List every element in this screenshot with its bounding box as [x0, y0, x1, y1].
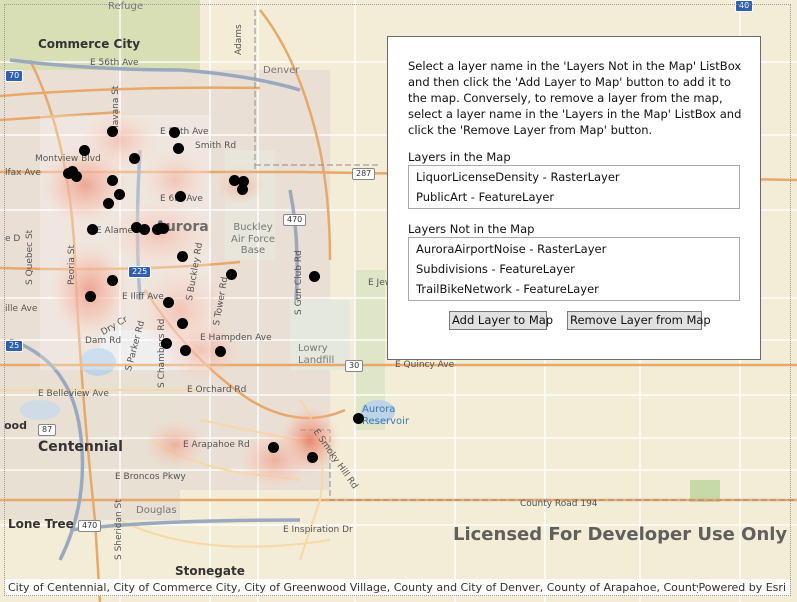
label-dam-rd: Dam Rd: [85, 336, 122, 346]
public-art-point[interactable]: [175, 191, 186, 202]
label-peoria-south: S Sheridan St: [114, 499, 124, 560]
public-art-point[interactable]: [158, 223, 169, 234]
label-e-arapahoe-rd: E Arapahoe Rd: [183, 440, 250, 450]
label-county-road-194: County Road 194: [520, 499, 598, 509]
label-e-broncos-pkwy: E Broncos Pkwy: [115, 472, 186, 482]
label-chambers-rd: S Chambers Rd: [157, 318, 167, 388]
public-art-point[interactable]: [107, 275, 118, 286]
add-layer-button[interactable]: Add Layer to Map: [449, 311, 553, 330]
label-e-iliff-ave: E Iliff Ave: [122, 292, 164, 302]
shield-470-south: 470: [78, 520, 102, 532]
public-art-point[interactable]: [173, 143, 184, 154]
public-art-point[interactable]: [353, 413, 364, 424]
label-commerce-city: Commerce City: [38, 37, 141, 51]
list-item[interactable]: LiquorLicenseDensity - RasterLayer: [409, 167, 739, 187]
label-centennial: Centennial: [38, 439, 123, 455]
public-art-point[interactable]: [114, 189, 125, 200]
label-lone-tree: Lone Tree: [8, 517, 74, 531]
shield-i70: 70: [5, 70, 24, 82]
label-buckley-afb: Buckley Air Force Base: [231, 222, 275, 256]
label-gun-club-rd: S Gun Club Rd: [294, 250, 304, 315]
shield-30: 30: [345, 360, 364, 372]
label-e-belleview-ave: E Belleview Ave: [38, 389, 109, 399]
public-art-point[interactable]: [107, 126, 118, 137]
public-art-point[interactable]: [309, 271, 320, 282]
label-e-d: e D: [5, 234, 21, 244]
shield-87: 87: [38, 424, 57, 436]
label-wood: ood: [4, 419, 27, 432]
public-art-point[interactable]: [79, 145, 90, 156]
powered-by-esri[interactable]: Powered by Esri: [698, 581, 786, 594]
public-art-point[interactable]: [161, 338, 172, 349]
label-stonegate: Stonegate: [175, 564, 245, 578]
label-adams: Adams: [234, 24, 244, 55]
public-art-point[interactable]: [307, 452, 318, 463]
attribution-bar: City of Centennial, City of Commerce Cit…: [5, 579, 790, 596]
shield-i225: 225: [128, 266, 152, 278]
label-aurora-reservoir: Aurora Reservoir: [362, 404, 410, 427]
instructions-text: Select a layer name in the 'Layers Not i…: [408, 59, 742, 137]
public-art-point[interactable]: [163, 297, 174, 308]
attribution-text: City of Centennial, City of Commerce Cit…: [8, 581, 698, 594]
label-colfax-ave: lfax Ave: [5, 168, 41, 178]
label-e-56th-ave: E 56th Ave: [90, 58, 139, 68]
label-montview-blvd: Montview Blvd: [35, 154, 101, 164]
public-art-point[interactable]: [85, 291, 96, 302]
label-lowry-landfill: Lowry Landfill: [298, 343, 335, 366]
public-art-point[interactable]: [139, 224, 150, 235]
layers-not-in-map-listbox[interactable]: AuroraAirportNoise - RasterLayer Subdivi…: [408, 237, 740, 301]
label-smith-rd: Smith Rd: [195, 141, 237, 151]
label-refuge: Refuge: [108, 1, 144, 12]
public-art-point[interactable]: [177, 251, 188, 262]
public-art-point[interactable]: [71, 171, 82, 182]
label-quebec-st: S Quebec St: [25, 229, 35, 285]
public-art-point[interactable]: [215, 346, 226, 357]
list-item[interactable]: TrailBikeNetwork - FeatureLayer: [409, 279, 739, 299]
shield-i25: 25: [5, 340, 24, 352]
label-douglas: Douglas: [136, 505, 177, 516]
label-e-hampden-ave: E Hampden Ave: [200, 333, 272, 343]
shield-40: 40: [735, 0, 754, 12]
label-denver: Denver: [263, 65, 300, 76]
public-art-point[interactable]: [237, 184, 248, 195]
layer-manager-panel: Select a layer name in the 'Layers Not i…: [387, 36, 761, 360]
public-art-point[interactable]: [180, 345, 191, 356]
label-peoria-st: Peoria St: [67, 245, 77, 285]
label-e-orchard-rd: E Orchard Rd: [187, 385, 247, 395]
shield-470: 470: [283, 214, 307, 226]
list-item[interactable]: AuroraAirportNoise - RasterLayer: [409, 239, 739, 259]
remove-layer-button[interactable]: Remove Layer from Map: [567, 311, 711, 330]
public-art-point[interactable]: [103, 198, 114, 209]
public-art-point[interactable]: [268, 442, 279, 453]
public-art-point[interactable]: [129, 153, 140, 164]
public-art-point[interactable]: [226, 269, 237, 280]
label-ille-ave: ille Ave: [5, 304, 38, 314]
public-art-point[interactable]: [169, 127, 180, 138]
public-art-point[interactable]: [87, 224, 98, 235]
public-art-point[interactable]: [107, 175, 118, 186]
layers-in-map-listbox[interactable]: LiquorLicenseDensity - RasterLayer Publi…: [408, 165, 740, 209]
list-item[interactable]: Subdivisions - FeatureLayer: [409, 259, 739, 279]
license-watermark: Licensed For Developer Use Only: [453, 524, 788, 545]
shield-287: 287: [352, 168, 376, 180]
label-havana-st: Havana St: [111, 85, 121, 132]
layers-in-map-label: Layers in the Map: [408, 150, 511, 164]
layers-not-in-map-label: Layers Not in the Map: [408, 222, 535, 236]
label-e-26th-ave: E 26th Ave: [160, 127, 209, 137]
label-e-inspiration-dr: E Inspiration Dr: [283, 525, 353, 535]
label-e-quincy-ave: E Quincy Ave: [395, 360, 455, 370]
public-art-point[interactable]: [177, 318, 188, 329]
list-item[interactable]: PublicArt - FeatureLayer: [409, 187, 739, 207]
